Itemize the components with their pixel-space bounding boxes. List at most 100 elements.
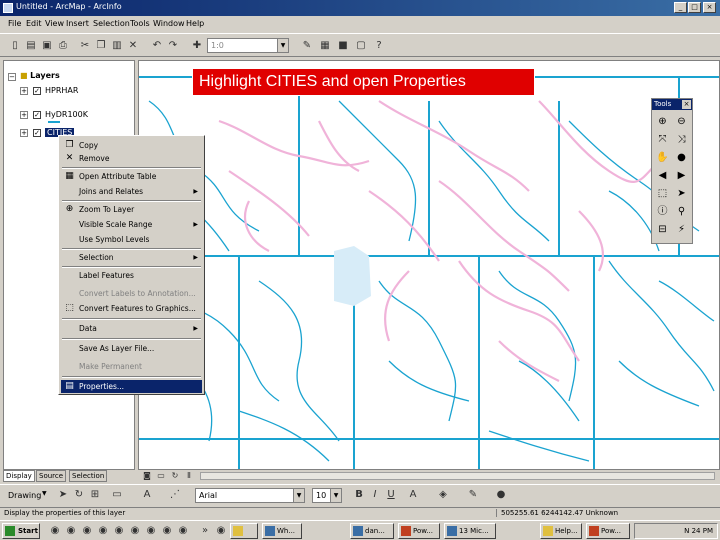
marker-color-icon[interactable]: ●	[494, 488, 508, 502]
new-document-icon[interactable]: ▯	[8, 39, 22, 53]
quicklaunch-icon[interactable]: ◉	[80, 524, 94, 538]
select-elements-icon[interactable]: ➤	[674, 186, 689, 201]
menu-selection[interactable]: Selection	[93, 19, 130, 28]
drawing-menu[interactable]: Drawing	[8, 491, 41, 500]
menu-item-zoom-to-layer[interactable]: ⊕ Zoom To Layer	[61, 203, 202, 216]
menu-item-convert-labels[interactable]: Convert Labels to Annotation...	[61, 287, 202, 300]
arccatalog-icon[interactable]: ▦	[318, 39, 332, 53]
command-line-icon[interactable]: ▢	[354, 39, 368, 53]
tab-display[interactable]: Display	[3, 470, 35, 482]
quicklaunch-icon[interactable]: ◉	[112, 524, 126, 538]
whats-this-icon[interactable]: ?	[372, 39, 386, 53]
menu-edit[interactable]: Edit	[26, 19, 42, 28]
menu-item-remove[interactable]: ✕ Remove	[61, 152, 202, 165]
select-features-icon[interactable]: ⬚	[655, 186, 670, 201]
collapse-layers-icon[interactable]: −	[8, 73, 16, 81]
close-icon[interactable]: ×	[682, 100, 691, 109]
back-extent-icon[interactable]: ◀	[655, 168, 670, 183]
menu-file[interactable]: File	[8, 19, 21, 28]
toc-layer-hydr100k[interactable]: HyDR100K	[45, 110, 88, 119]
full-extent-icon[interactable]: ●	[674, 150, 689, 165]
underline-icon[interactable]: U	[384, 488, 398, 502]
quicklaunch-icon[interactable]: ◉	[64, 524, 78, 538]
copy-toolbar-icon[interactable]: ❐	[94, 39, 108, 53]
menu-item-visible-scale-range[interactable]: Visible Scale Range ▶	[61, 218, 202, 231]
tab-selection[interactable]: Selection	[69, 470, 108, 482]
redo-icon[interactable]: ↷	[166, 39, 180, 53]
save-icon[interactable]: ▣	[40, 39, 54, 53]
menu-item-convert-features[interactable]: ⬚ Convert Features to Graphics...	[61, 302, 202, 315]
menu-item-properties[interactable]: ▤ Properties...	[61, 380, 202, 393]
quicklaunch-icon[interactable]: ◉	[176, 524, 190, 538]
identify-icon[interactable]: ⓘ	[655, 204, 670, 219]
maximize-button[interactable]: □	[688, 2, 701, 13]
more-icon[interactable]: »	[198, 524, 212, 538]
taskbar-task[interactable]: Wh...	[262, 523, 302, 539]
menu-item-data[interactable]: Data ▶	[61, 322, 202, 335]
paste-icon[interactable]: ▥	[110, 39, 124, 53]
taskbar-folder[interactable]	[230, 523, 258, 539]
layout-view-icon[interactable]: ▭	[154, 469, 168, 483]
expand-layer-icon[interactable]: +	[20, 129, 28, 137]
forward-extent-icon[interactable]: ▶	[674, 168, 689, 183]
print-icon[interactable]: ⎙	[56, 39, 70, 53]
toc-layer-hprhar[interactable]: HPRHAR	[45, 86, 78, 95]
undo-icon[interactable]: ↶	[150, 39, 164, 53]
fixed-zoom-out-icon[interactable]: ⤨	[674, 132, 689, 147]
data-view-icon[interactable]: ◙	[140, 469, 154, 483]
menu-item-joins-relates[interactable]: Joins and Relates ▶	[61, 185, 202, 198]
line-color-icon[interactable]: ✎	[466, 488, 480, 502]
find-icon[interactable]: ⚲	[674, 204, 689, 219]
quicklaunch-icon[interactable]: ◉	[144, 524, 158, 538]
menu-item-save-as-layer-file[interactable]: Save As Layer File...	[61, 342, 202, 355]
pan-icon[interactable]: ✋	[655, 150, 670, 165]
bold-icon[interactable]: B	[352, 488, 366, 502]
add-data-icon[interactable]: ✚	[190, 39, 204, 53]
measure-icon[interactable]: ⊟	[655, 222, 670, 237]
quicklaunch-icon[interactable]: ◉	[128, 524, 142, 538]
taskbar-task[interactable]: 13 Mic...	[444, 523, 496, 539]
menu-item-selection[interactable]: Selection ▶	[61, 251, 202, 264]
zoom-in-icon[interactable]: ⊕	[655, 114, 670, 129]
start-button[interactable]: Start	[2, 523, 40, 539]
menu-item-copy[interactable]: ❐ Copy	[61, 139, 202, 152]
map-scale-combo[interactable]: 1:0 ▼	[207, 38, 289, 53]
tab-source[interactable]: Source	[36, 470, 67, 482]
layer-visibility-checkbox[interactable]: ✓	[33, 111, 41, 119]
quicklaunch-icon[interactable]: ◉	[96, 524, 110, 538]
minimize-button[interactable]: _	[674, 2, 687, 13]
horizontal-scrollbar[interactable]	[200, 472, 715, 480]
taskbar-task[interactable]: Pow...	[398, 523, 440, 539]
font-combo[interactable]: Arial ▼	[195, 488, 305, 503]
delete-icon[interactable]: ✕	[126, 39, 140, 53]
menu-item-make-permanent[interactable]: Make Permanent	[61, 360, 202, 373]
cut-icon[interactable]: ✂	[78, 39, 92, 53]
chevron-down-icon[interactable]: ▼	[293, 489, 304, 502]
menu-tools[interactable]: Tools	[130, 19, 150, 28]
menu-help[interactable]: Help	[186, 19, 204, 28]
chevron-down-icon[interactable]: ▼	[277, 39, 288, 52]
zoom-whole-page-icon[interactable]: ⊞	[88, 488, 102, 502]
font-color-icon[interactable]: A	[406, 488, 420, 502]
refresh-icon[interactable]: ↻	[168, 469, 182, 483]
menu-window[interactable]: Window	[153, 19, 185, 28]
menu-item-label-features[interactable]: Label Features	[61, 269, 202, 282]
zoom-out-icon[interactable]: ⊖	[674, 114, 689, 129]
open-icon[interactable]: ▤	[24, 39, 38, 53]
layer-visibility-checkbox[interactable]: ✓	[33, 87, 41, 95]
arctoolbox-icon[interactable]: ■	[336, 39, 350, 53]
chevron-down-icon[interactable]: ▼	[330, 489, 341, 502]
expand-layer-icon[interactable]: +	[20, 111, 28, 119]
layers-root[interactable]: ■ Layers	[20, 71, 60, 80]
layer-visibility-checkbox[interactable]: ✓	[33, 129, 41, 137]
menu-view[interactable]: View	[45, 19, 64, 28]
taskbar-task[interactable]: Pow...	[586, 523, 630, 539]
hyperlink-icon[interactable]: ⚡	[674, 222, 689, 237]
taskbar-task[interactable]: dan...	[350, 523, 394, 539]
text-icon[interactable]: A	[140, 488, 154, 502]
menu-insert[interactable]: Insert	[66, 19, 89, 28]
quicklaunch-icon[interactable]: ◉	[214, 524, 228, 538]
close-button[interactable]: ×	[703, 2, 716, 13]
italic-icon[interactable]: I	[368, 488, 382, 502]
rectangle-icon[interactable]: ▭	[110, 488, 124, 502]
